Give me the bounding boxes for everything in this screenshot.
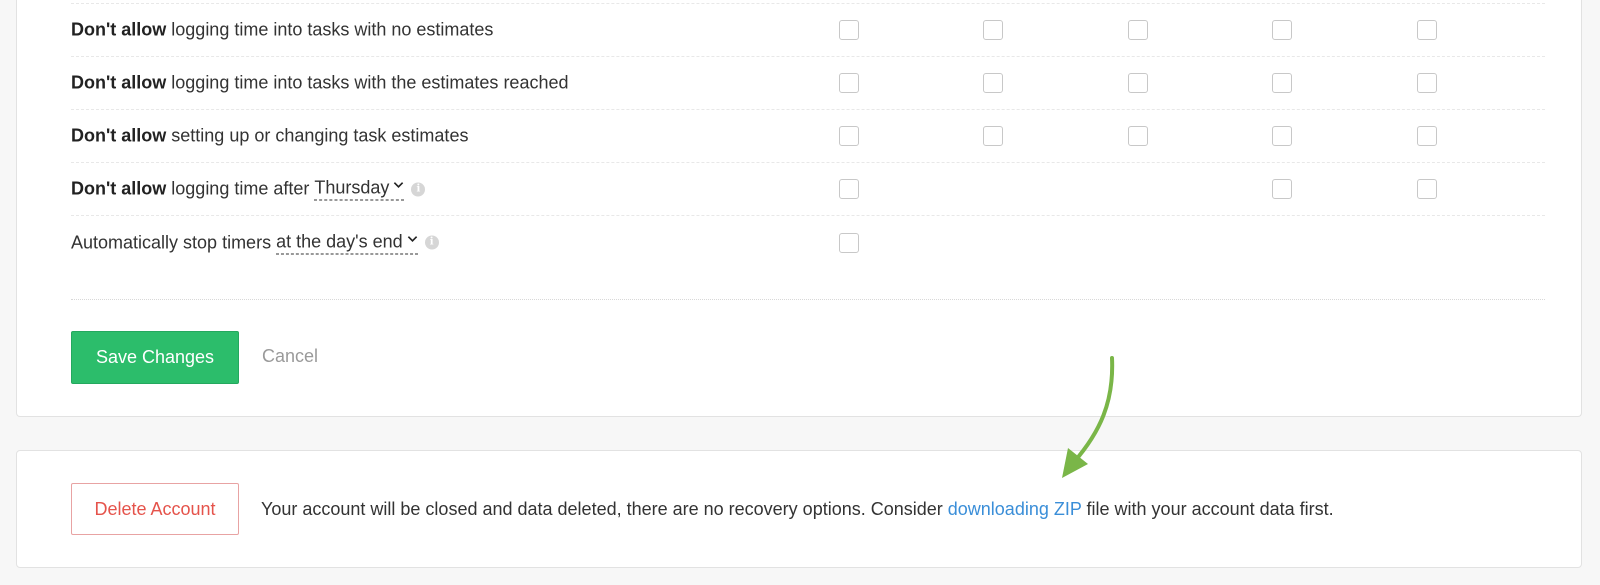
setting-label-bold: Don't allow <box>71 178 167 199</box>
delete-account-message: Your account will be closed and data del… <box>261 499 1334 520</box>
setting-label: Don't allow logging time after Thursday … <box>71 177 426 201</box>
setting-label-text: Automatically stop timers <box>71 232 272 252</box>
time-tracking-settings-card: Don't allow logging time into tasks with… <box>16 0 1582 417</box>
setting-checkbox[interactable] <box>1128 126 1148 146</box>
setting-row-change-estimates: Don't allow setting up or changing task … <box>71 110 1545 163</box>
setting-checkbox[interactable] <box>1272 179 1292 199</box>
setting-checkbox[interactable] <box>983 126 1003 146</box>
setting-checkbox[interactable] <box>1272 126 1292 146</box>
setting-checkbox[interactable] <box>1272 73 1292 93</box>
timer-stop-select-value: at the day's end <box>276 231 403 251</box>
save-changes-button[interactable]: Save Changes <box>71 331 239 384</box>
setting-label-text: logging time into tasks with no estimate… <box>171 19 494 40</box>
setting-checkbox[interactable] <box>1417 73 1437 93</box>
setting-label-bold: Don't allow <box>71 19 167 40</box>
setting-checkbox[interactable] <box>1417 126 1437 146</box>
setting-label-text: setting up or changing task estimates <box>171 125 469 146</box>
setting-label-bold: Don't allow <box>71 72 167 93</box>
setting-checkbox[interactable] <box>839 73 859 93</box>
chevron-down-icon <box>394 182 404 189</box>
chevron-down-icon <box>407 235 417 242</box>
delete-message-text: Your account will be closed and data del… <box>261 499 948 519</box>
setting-row-log-after-day: Don't allow logging time after Thursday … <box>71 163 1545 216</box>
setting-checkbox[interactable] <box>839 20 859 40</box>
setting-label-text: logging time into tasks with the estimat… <box>171 72 569 93</box>
curved-arrow-icon <box>1062 356 1115 478</box>
setting-label-bold: Don't allow <box>71 125 167 146</box>
delete-account-card: Delete Account Your account will be clos… <box>16 450 1582 568</box>
setting-checkbox[interactable] <box>1272 20 1292 40</box>
setting-checkbox[interactable] <box>839 232 859 253</box>
setting-checkbox[interactable] <box>1128 73 1148 93</box>
download-zip-link[interactable]: downloading ZIP <box>948 499 1082 519</box>
weekday-select[interactable]: Thursday <box>314 177 405 201</box>
setting-label: Automatically stop timers at the day's e… <box>71 231 439 254</box>
delete-account-button[interactable]: Delete Account <box>71 483 239 535</box>
setting-label-text: logging time after <box>171 178 310 199</box>
info-icon[interactable]: i <box>424 235 439 250</box>
setting-label: Don't allow setting up or changing task … <box>71 126 468 147</box>
setting-row-auto-stop-timers: Automatically stop timers at the day's e… <box>71 216 1545 269</box>
weekday-select-value: Thursday <box>314 177 390 198</box>
setting-checkbox[interactable] <box>1128 20 1148 40</box>
setting-checkbox[interactable] <box>839 126 859 146</box>
timer-stop-select[interactable]: at the day's end <box>276 231 418 254</box>
setting-label: Don't allow logging time into tasks with… <box>71 20 493 41</box>
info-icon[interactable]: i <box>411 182 426 196</box>
setting-checkbox[interactable] <box>839 179 859 199</box>
setting-checkbox[interactable] <box>1417 20 1437 40</box>
setting-row-no-estimates: Don't allow logging time into tasks with… <box>71 4 1545 57</box>
setting-checkbox[interactable] <box>983 20 1003 40</box>
setting-checkbox[interactable] <box>983 73 1003 93</box>
cancel-button[interactable]: Cancel <box>262 346 318 367</box>
delete-message-text-end: file with your account data first. <box>1081 499 1334 519</box>
setting-row-estimates-reached: Don't allow logging time into tasks with… <box>71 57 1545 110</box>
setting-label: Don't allow logging time into tasks with… <box>71 73 569 94</box>
setting-checkbox[interactable] <box>1417 179 1437 199</box>
section-divider <box>71 299 1545 300</box>
